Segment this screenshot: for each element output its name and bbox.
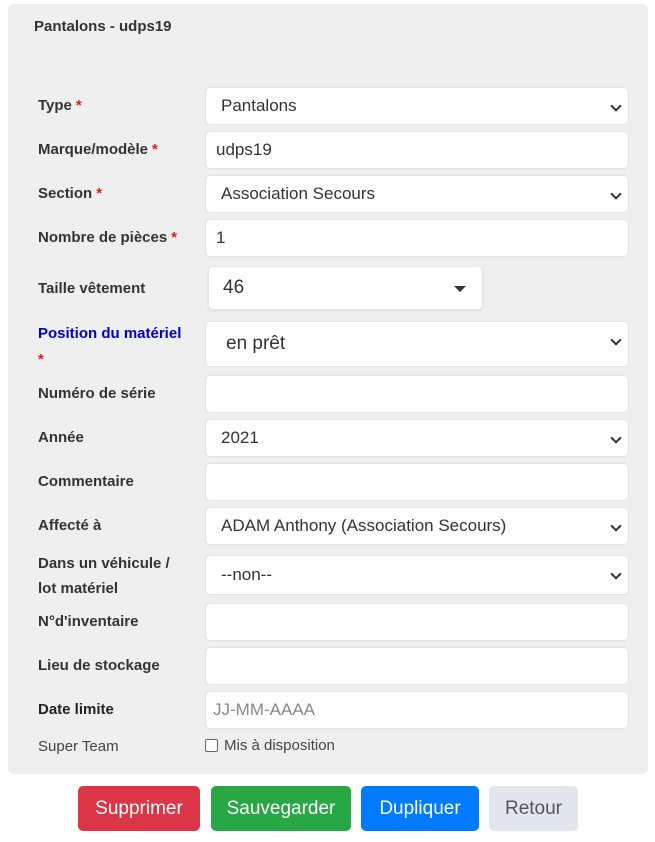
size-dropdown[interactable]: 46 <box>208 266 483 310</box>
brand-model-input[interactable]: udps19 <box>205 131 629 169</box>
section-label: Section * <box>38 182 102 206</box>
deadline-input[interactable]: JJ-MM-AAAA <box>205 691 629 729</box>
vehicle-label-line2: lot matériel <box>38 580 119 597</box>
year-label: Année <box>38 429 84 446</box>
required-mark: * <box>75 97 82 114</box>
assigned-value: ADAM Anthony (Association Secours) <box>221 516 507 535</box>
position-select[interactable]: en prêt <box>205 321 629 367</box>
availability-checkbox-label[interactable]: Mis à disposition <box>224 737 335 754</box>
year-value: 2021 <box>221 428 259 447</box>
assigned-label: Affecté à <box>38 517 102 534</box>
deadline-placeholder: JJ-MM-AAAA <box>213 700 315 719</box>
back-button[interactable]: Retour <box>489 786 578 831</box>
type-value: Pantalons <box>221 96 297 115</box>
section-label-text: Section <box>38 185 93 202</box>
section-select[interactable]: Association Secours <box>205 175 629 213</box>
brand-model-label: Marque/modèle * <box>38 138 158 162</box>
form-card: Pantalons - udps19 Type * Pantalons Marqu… <box>8 4 648 774</box>
inventory-label: N°d'inventaire <box>38 613 139 630</box>
vehicle-label-line1: Dans un véhicule / <box>38 555 170 572</box>
comment-input[interactable] <box>205 463 629 501</box>
position-value: en prêt <box>226 333 286 354</box>
storage-label: Lieu de stockage <box>38 657 160 674</box>
vehicle-select[interactable]: --non-- <box>205 555 629 595</box>
size-value: 46 <box>223 277 245 298</box>
pieces-label: Nombre de pièces * <box>38 226 177 250</box>
vehicle-label: Dans un véhicule / lot matériel <box>38 551 170 601</box>
required-mark: * <box>38 351 44 368</box>
deadline-label: Date limite <box>38 701 114 718</box>
delete-button[interactable]: Supprimer <box>78 786 200 831</box>
availability-checkbox[interactable] <box>205 739 218 752</box>
comment-label: Commentaire <box>38 473 134 490</box>
brand-model-value: udps19 <box>216 140 272 159</box>
position-label-text: Position du matériel <box>38 325 182 342</box>
required-mark: * <box>171 229 178 246</box>
serial-label: Numéro de série <box>38 385 156 402</box>
storage-input[interactable] <box>205 647 629 685</box>
assigned-select[interactable]: ADAM Anthony (Association Secours) <box>205 507 629 545</box>
card-title: Pantalons - udps19 <box>34 18 172 35</box>
required-mark: * <box>96 185 103 202</box>
brand-model-label-text: Marque/modèle <box>38 141 149 158</box>
required-mark: * <box>152 141 158 158</box>
type-select[interactable]: Pantalons <box>205 87 629 125</box>
duplicate-button[interactable]: Dupliquer <box>361 786 479 831</box>
save-button[interactable]: Sauvegarder <box>211 786 351 831</box>
type-label: Type * <box>38 94 82 118</box>
vehicle-value: --non-- <box>221 565 273 584</box>
section-value: Association Secours <box>221 184 376 203</box>
serial-input[interactable] <box>205 375 629 413</box>
pieces-label-text: Nombre de pièces <box>38 229 168 246</box>
caret-down-icon <box>454 286 466 292</box>
inventory-input[interactable] <box>205 603 629 641</box>
size-label: Taille vêtement <box>38 280 146 297</box>
pieces-input[interactable]: 1 <box>205 219 629 257</box>
super-team-label: Super Team <box>38 738 119 755</box>
year-select[interactable]: 2021 <box>205 419 629 457</box>
type-label-text: Type <box>38 97 72 114</box>
position-label: Position du matériel * <box>38 321 181 373</box>
availability-checkbox-group[interactable]: Mis à disposition <box>205 737 335 754</box>
pieces-value: 1 <box>216 228 226 247</box>
